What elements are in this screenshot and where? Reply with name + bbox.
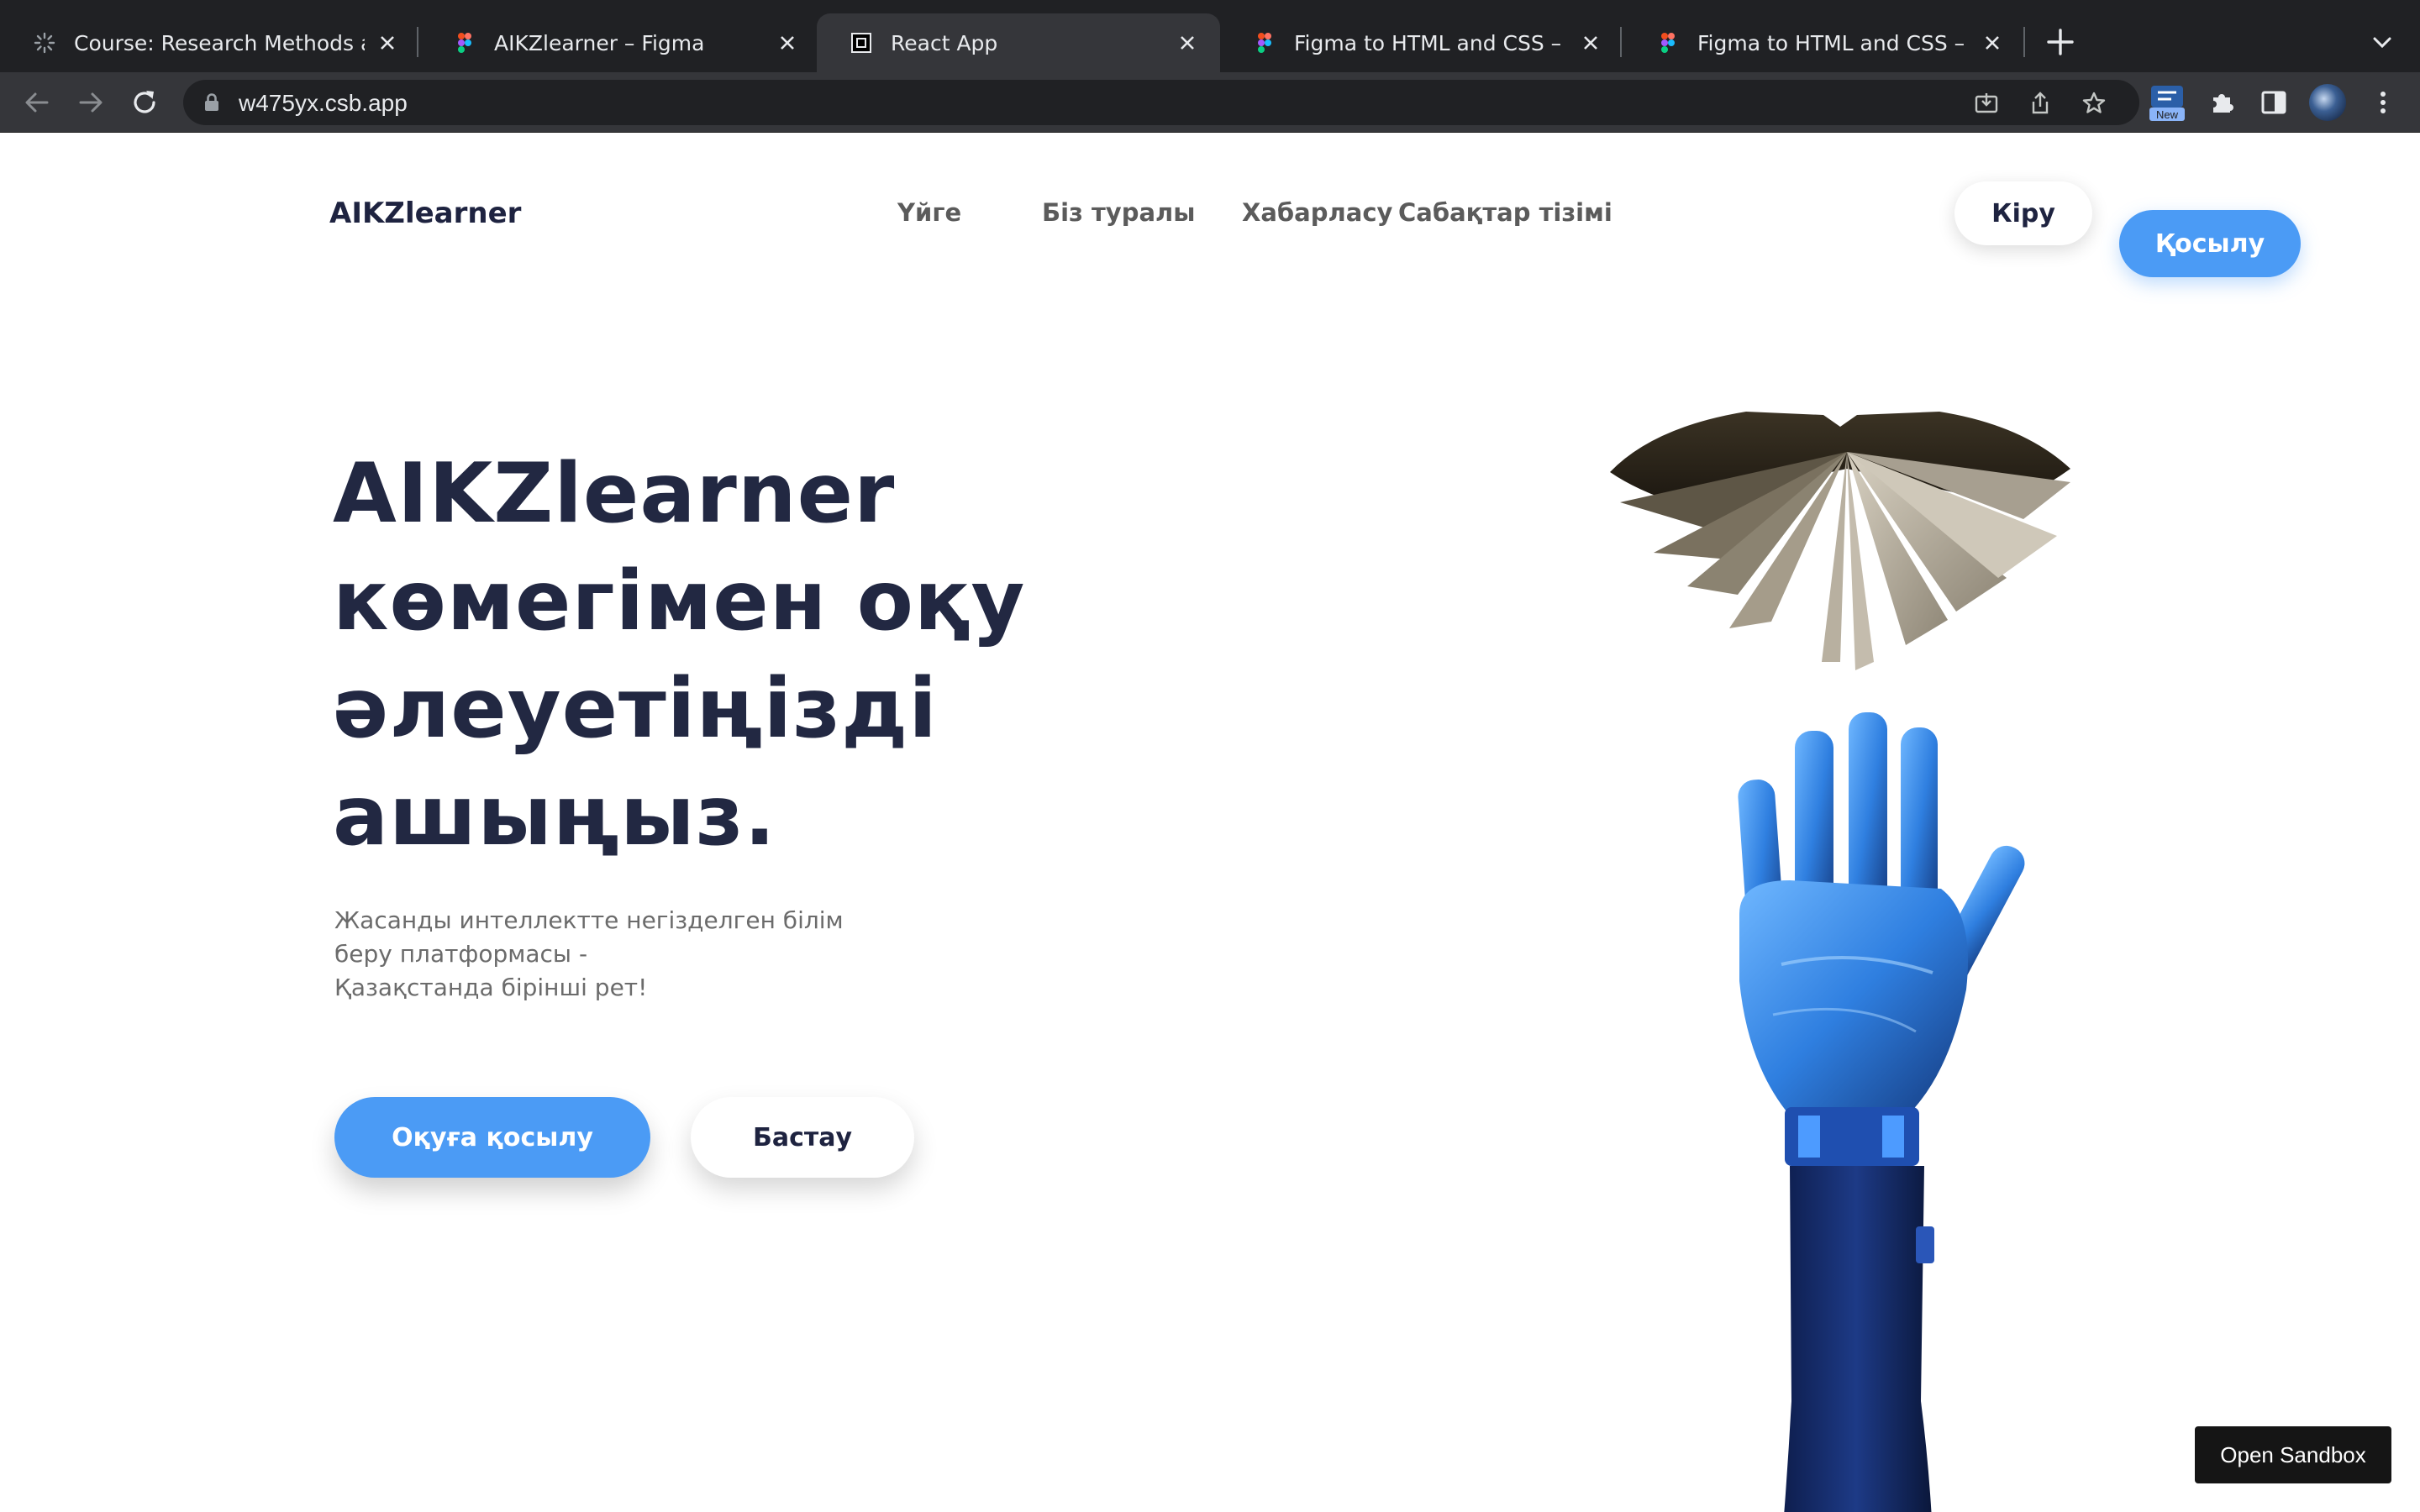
tab-title: React App — [891, 30, 998, 55]
login-button[interactable]: Кіру — [1954, 181, 2092, 245]
close-tab-icon[interactable] — [1578, 30, 1603, 55]
tab-title: Figma to HTML and CSS – Figm — [1294, 30, 1568, 55]
figma-icon — [1258, 33, 1271, 53]
url-text[interactable]: w475yx.csb.app — [239, 90, 408, 117]
browser-tab-strip: Course: Research Methods and AIKZlearner… — [0, 0, 2420, 72]
tab-title: Figma to HTML and CSS – Figm — [1697, 30, 1970, 55]
tab-title: AIKZlearner – Figma — [494, 30, 705, 55]
browser-tab-figma-to-html-1[interactable]: Figma to HTML and CSS – Figm — [1220, 13, 1623, 72]
tab-divider — [417, 27, 418, 57]
lock-icon[interactable] — [202, 92, 222, 113]
more-vert-icon[interactable] — [2368, 87, 2398, 118]
close-tab-icon[interactable] — [1980, 30, 2005, 55]
codesandbox-icon — [851, 33, 871, 53]
forward-arrow-icon[interactable] — [76, 87, 106, 118]
reload-icon[interactable] — [129, 87, 160, 118]
side-panel-icon[interactable] — [2259, 87, 2289, 118]
install-app-icon[interactable] — [1973, 90, 2000, 117]
profile-avatar[interactable] — [2309, 84, 2346, 121]
open-sandbox-button[interactable]: Open Sandbox — [2195, 1426, 2391, 1483]
close-tab-icon[interactable] — [775, 30, 800, 55]
nav-link-lessons[interactable]: Сабақтар тізімі — [1398, 198, 1612, 227]
join-learning-button[interactable]: Оқуға қосылу — [334, 1097, 650, 1178]
web-page: AIKZlearner Үйге Біз туралы Хабарласу Са… — [0, 133, 2420, 1512]
extensions-puzzle-icon[interactable] — [2207, 87, 2237, 118]
browser-toolbar: w475yx.csb.app New — [0, 72, 2420, 133]
address-bar[interactable]: w475yx.csb.app — [183, 80, 2139, 125]
signup-button[interactable]: Қосылу — [2119, 210, 2301, 277]
share-icon[interactable] — [2027, 90, 2054, 117]
spinner-icon — [34, 32, 55, 54]
close-tab-icon[interactable] — [1175, 30, 1200, 55]
nav-link-about[interactable]: Біз туралы — [1042, 198, 1196, 227]
extension-new-icon[interactable]: New — [2148, 84, 2186, 123]
browser-tab-research-methods[interactable]: Course: Research Methods and — [0, 13, 420, 72]
tab-title: Course: Research Methods and — [74, 30, 365, 55]
figma-icon — [1661, 33, 1675, 53]
nav-link-home[interactable]: Үйге — [897, 198, 961, 227]
new-tab-plus-icon[interactable] — [2044, 25, 2077, 59]
bookmark-star-icon[interactable] — [2081, 90, 2107, 117]
tab-search-chevron-down-icon[interactable] — [2368, 29, 2396, 57]
back-arrow-icon[interactable] — [22, 87, 52, 118]
site-logo[interactable]: AIKZlearner — [329, 197, 521, 230]
hero-subtitle: Жасанды интеллектте негізделген білім бе… — [334, 906, 844, 1001]
hero-title: AIKZlearner көмегімен оқу әлеуетіңізді а… — [333, 446, 1026, 864]
browser-tab-figma-aikzlearner[interactable]: AIKZlearner – Figma — [420, 13, 820, 72]
browser-tab-figma-to-html-2[interactable]: Figma to HTML and CSS – Figm — [1623, 13, 2025, 72]
close-tab-icon[interactable] — [375, 30, 400, 55]
extension-badge: New — [2155, 108, 2178, 121]
nav-link-contact[interactable]: Хабарласу — [1242, 198, 1392, 227]
browser-tab-react-app[interactable]: React App — [817, 13, 1220, 72]
figma-icon — [458, 33, 471, 53]
tab-divider — [2023, 27, 2025, 57]
tab-divider — [1620, 27, 1622, 57]
robot-hand-illustration — [1738, 712, 2025, 1512]
open-book-illustration — [1610, 412, 2070, 670]
start-button[interactable]: Бастау — [691, 1097, 914, 1178]
